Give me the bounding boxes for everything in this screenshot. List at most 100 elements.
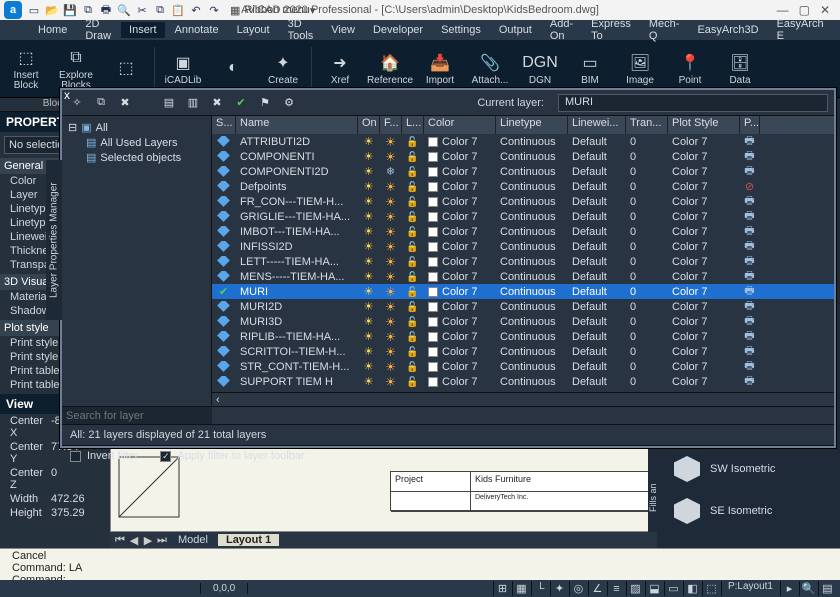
layer-filter-icon[interactable]: ▥	[184, 94, 202, 112]
tab-layout1[interactable]: Layout 1	[218, 534, 279, 546]
qat-save-icon[interactable]: 💾	[62, 2, 78, 18]
layer-tool-icon[interactable]: ⚑	[256, 94, 274, 112]
view-row[interactable]: Height375.29	[0, 506, 110, 520]
status-ortho-icon[interactable]: └	[531, 581, 549, 596]
menu-tab-developer[interactable]: Developer	[365, 22, 431, 38]
status-layout[interactable]: P:Layout1	[721, 581, 779, 596]
menu-tab-add-on[interactable]: Add-On	[542, 16, 581, 44]
column-header[interactable]: Linewei...	[568, 116, 626, 134]
status-hatch-icon[interactable]: ▨	[626, 581, 644, 596]
status-lwt-icon[interactable]: ≡	[607, 581, 625, 596]
tree-all-used[interactable]: ▤ All Used Layers	[68, 135, 205, 150]
column-header[interactable]: On	[358, 116, 380, 134]
layer-on-icon[interactable]: ✔	[232, 94, 250, 112]
ribbon-explore[interactable]: ⧉ExploreBlocks	[54, 44, 98, 94]
minimize-button[interactable]: —	[777, 3, 789, 17]
horizontal-scrollbar[interactable]: ‹	[212, 392, 834, 406]
ribbon-image[interactable]: 🖼Image	[618, 44, 662, 94]
qat-paste-icon[interactable]: 📋	[170, 2, 186, 18]
ribbon-create[interactable]: ✦Create	[261, 44, 305, 94]
status-pan-icon[interactable]: ▤	[818, 581, 836, 596]
menu-tab-3d-tools[interactable]: 3D Tools	[280, 16, 322, 44]
tab-model[interactable]: Model	[170, 534, 216, 546]
new-layer-icon[interactable]: ✧	[68, 94, 86, 112]
sheet-next-icon[interactable]: ▶	[142, 534, 154, 547]
qat-undo-icon[interactable]: ↶	[188, 2, 204, 18]
menu-tab-mech-q[interactable]: Mech-Q	[641, 16, 688, 44]
menu-tab-view[interactable]: View	[323, 22, 363, 38]
view-row[interactable]: Width472.26	[0, 492, 110, 506]
status-cycle-icon[interactable]: ◧	[683, 581, 701, 596]
menu-tab-express-to[interactable]: Express To	[583, 16, 639, 44]
column-header[interactable]: Linetype	[496, 116, 568, 134]
menu-tab-help[interactable]: Help	[834, 22, 840, 38]
panel-close-icon[interactable]: x	[64, 88, 70, 102]
menu-tab-2d-draw[interactable]: 2D Draw	[77, 16, 119, 44]
command-line[interactable]: Cancel Command: LA Command:	[0, 548, 840, 580]
layer-off-icon[interactable]: ✖	[208, 94, 226, 112]
sheet-last-icon[interactable]: ⏭	[156, 534, 168, 547]
close-button[interactable]: ✕	[820, 3, 830, 17]
column-header[interactable]: Plot Style	[668, 116, 740, 134]
layer-grid-header[interactable]: S...NameOnF...L...ColorLinetypeLinewei..…	[212, 116, 834, 134]
status-snap-icon[interactable]: ⊞	[493, 581, 511, 596]
ribbon-xref[interactable]: ➜Xref	[318, 44, 362, 94]
column-header[interactable]: Color	[424, 116, 496, 134]
menu-tab-easyarch-e[interactable]: EasyArch E	[769, 16, 832, 44]
column-header[interactable]: F...	[380, 116, 402, 134]
invert-filter-checkbox[interactable]: Invert filter	[70, 450, 138, 462]
sheet-first-icon[interactable]: ⏮	[114, 534, 126, 547]
status-polar-icon[interactable]: ✦	[550, 581, 568, 596]
column-header[interactable]: L...	[402, 116, 424, 134]
tree-root[interactable]: ⊟ ▣ All	[68, 120, 205, 135]
menu-tab-annotate[interactable]: Annotate	[167, 22, 227, 38]
column-header[interactable]: Name	[236, 116, 358, 134]
ribbon-point[interactable]: 📍Point	[668, 44, 712, 94]
menu-tab-layout[interactable]: Layout	[229, 22, 278, 38]
view-row[interactable]: Center Z0	[0, 466, 110, 492]
layer-settings-icon[interactable]: ⚙	[280, 94, 298, 112]
new-group-icon[interactable]: ⧉	[92, 94, 110, 112]
status-dyn-icon[interactable]: ⬓	[645, 581, 663, 596]
status-qp-icon[interactable]: ▭	[664, 581, 682, 596]
tree-selected[interactable]: ▤ Selected objects	[68, 150, 205, 165]
qat-cut-icon[interactable]: ✂	[134, 2, 150, 18]
status-nav-icon[interactable]: ▸	[780, 581, 798, 596]
ribbon-insert[interactable]: ⬚InsertBlock	[4, 44, 48, 94]
maximize-button[interactable]: ▢	[799, 3, 810, 17]
menu-tab-settings[interactable]: Settings	[433, 22, 489, 38]
menu-tab-home[interactable]: Home	[30, 22, 75, 38]
ribbon-bim[interactable]: ▭BIM	[568, 44, 612, 94]
ribbon-attach-[interactable]: 📎Attach...	[468, 44, 512, 94]
se-isometric-button[interactable]: SE Isometric	[664, 490, 840, 532]
layer-states-icon[interactable]: ▤	[160, 94, 178, 112]
ribbon-btn[interactable]: ◐	[211, 44, 255, 94]
column-header[interactable]: Tran...	[626, 116, 668, 134]
ribbon-reference[interactable]: 🏠Reference	[368, 44, 412, 94]
layer-search-input[interactable]	[62, 407, 212, 424]
status-otrack-icon[interactable]: ∠	[588, 581, 606, 596]
current-layer-field[interactable]: MURI	[558, 94, 828, 112]
column-header[interactable]: S...	[212, 116, 236, 134]
menu-tab-easyarch3d[interactable]: EasyArch3D	[689, 22, 766, 38]
delete-layer-icon[interactable]: ✖	[116, 94, 134, 112]
column-header[interactable]: P...	[740, 116, 760, 134]
ribbon-data[interactable]: 🗄Data	[718, 44, 762, 94]
qat-open-icon[interactable]: 📂	[44, 2, 60, 18]
ribbon-icadlib[interactable]: ▣iCADLib	[161, 44, 205, 94]
status-tablet-icon[interactable]: ⬚	[702, 581, 720, 596]
qat-new-icon[interactable]: ▭	[26, 2, 42, 18]
layer-row[interactable]: SUPPORT TIEM H☀☀🔓Color 7ContinuousDefaul…	[212, 374, 834, 389]
status-grid-icon[interactable]: ▦	[512, 581, 530, 596]
menu-tab-insert[interactable]: Insert	[121, 22, 165, 38]
ribbon-import[interactable]: 📥Import	[418, 44, 462, 94]
apply-filter-checkbox[interactable]: ✓Apply filter to layer toolbar	[160, 450, 304, 462]
qat-redo-icon[interactable]: ↷	[206, 2, 222, 18]
status-osnap-icon[interactable]: ◎	[569, 581, 587, 596]
menu-tab-output[interactable]: Output	[491, 22, 540, 38]
ribbon-btn[interactable]: ⬚	[104, 44, 148, 94]
sheet-prev-icon[interactable]: ◀	[128, 534, 140, 547]
status-zoom-icon[interactable]: 🔍	[799, 581, 817, 596]
qat-copy-icon[interactable]: ⧉	[152, 2, 168, 18]
layer-row[interactable]: COMPONENTI2D☀❄🔓Color 7ContinuousDefault0…	[212, 164, 834, 179]
